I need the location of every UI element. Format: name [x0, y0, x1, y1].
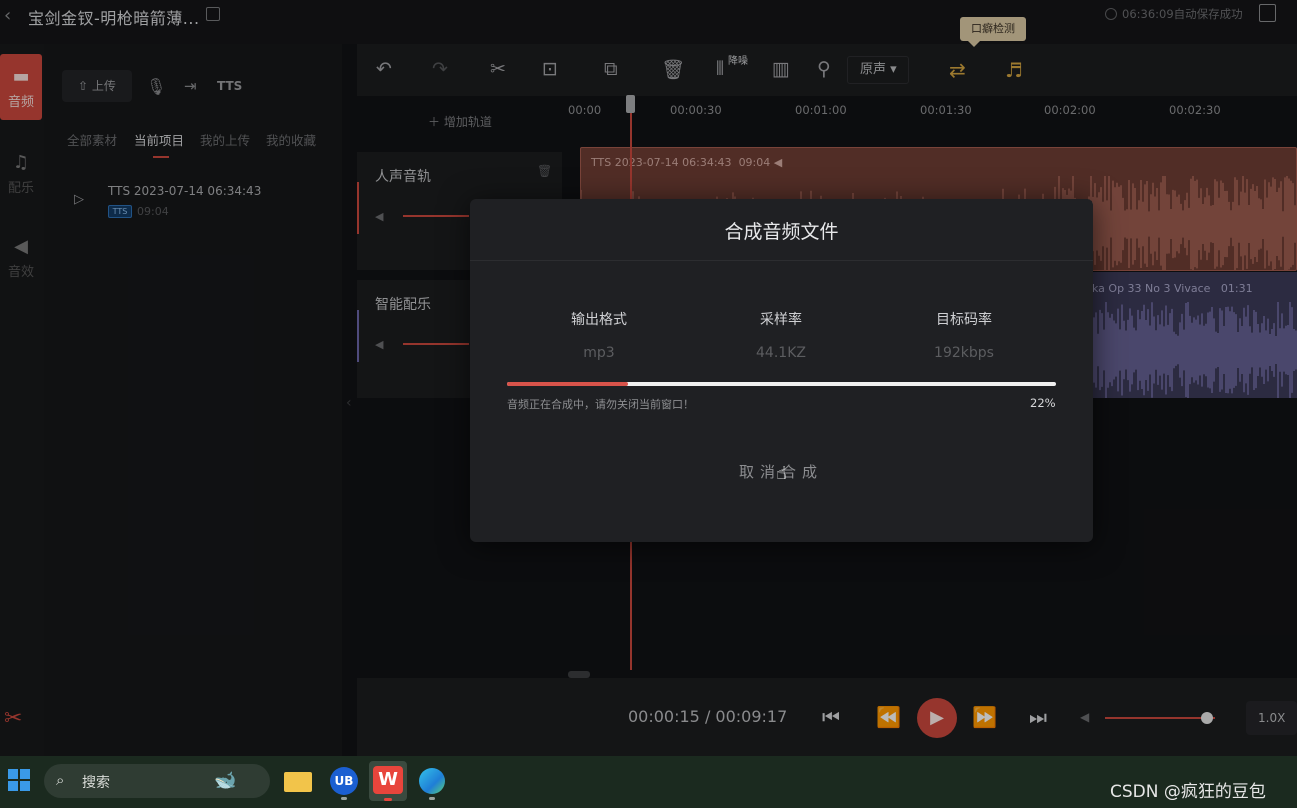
dialog-title: 合成音频文件	[724, 221, 839, 243]
progress-bar-fill	[507, 382, 628, 386]
export-audio-dialog: 合成音频文件 输出格式 mp3 采样率 44.1KZ 目标码率 192kbps …	[470, 199, 1093, 542]
dialog-divider	[470, 260, 1093, 261]
ub-app-icon[interactable]: UB	[327, 764, 361, 798]
progress-percent: 22%	[1030, 396, 1056, 410]
windows-start-icon[interactable]	[8, 769, 30, 791]
sample-rate-value: 44.1KZ	[756, 345, 806, 361]
taskbar-search-label: 搜索	[82, 775, 110, 791]
whale-icon: 🐋	[214, 770, 237, 791]
sample-rate-column: 采样率 44.1KZ	[701, 309, 861, 361]
output-format-column: 输出格式 mp3	[519, 309, 679, 361]
sample-rate-label: 采样率	[760, 312, 802, 328]
progress-message: 音频正在合成中，请勿关闭当前窗口！	[507, 398, 694, 411]
csdn-watermark: CSDN @疯狂的豆包	[1110, 782, 1266, 802]
bitrate-column: 目标码率 192kbps	[884, 309, 1044, 361]
search-icon: ⌕	[56, 771, 65, 789]
wps-app-icon[interactable]: W	[369, 761, 407, 801]
output-format-value: mp3	[583, 345, 615, 361]
file-explorer-icon[interactable]	[281, 764, 315, 798]
edge-browser-icon[interactable]	[415, 764, 449, 798]
running-indicator	[429, 797, 435, 800]
bitrate-value: 192kbps	[934, 345, 994, 361]
bitrate-label: 目标码率	[936, 312, 992, 328]
running-indicator	[341, 797, 347, 800]
output-format-label: 输出格式	[571, 312, 627, 328]
hand-cursor-icon: ☝	[776, 463, 787, 484]
